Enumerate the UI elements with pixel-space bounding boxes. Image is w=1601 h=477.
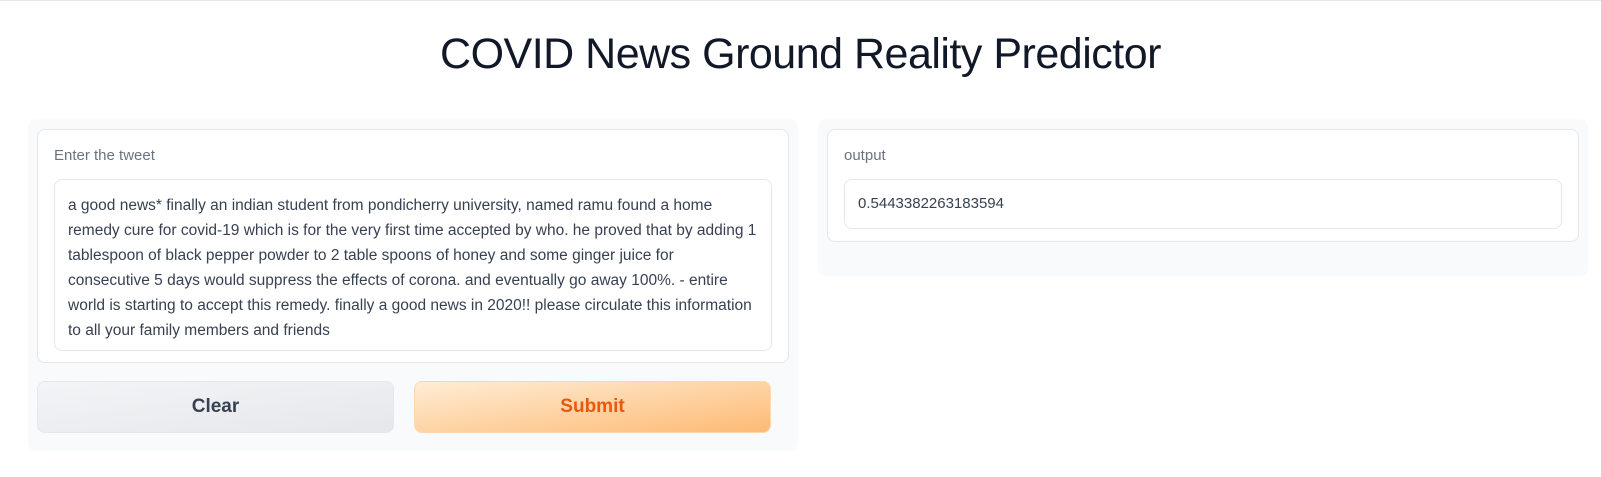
submit-button[interactable]: Submit [414,381,771,433]
page-title: COVID News Ground Reality Predictor [440,30,1161,78]
output-label: output [844,147,886,164]
clear-button[interactable]: Clear [37,381,394,433]
output-field[interactable]: 0.5443382263183594 [844,179,1562,229]
tweet-input-label: Enter the tweet [54,147,155,164]
output-panel: output 0.5443382263183594 [818,119,1588,276]
tweet-textarea[interactable]: a good news* finally an indian student f… [54,179,772,351]
top-divider [0,0,1601,1]
input-panel: Enter the tweet a good news* finally an … [28,119,798,451]
tweet-input-block: Enter the tweet a good news* finally an … [37,129,789,363]
output-block: output 0.5443382263183594 [827,129,1579,242]
